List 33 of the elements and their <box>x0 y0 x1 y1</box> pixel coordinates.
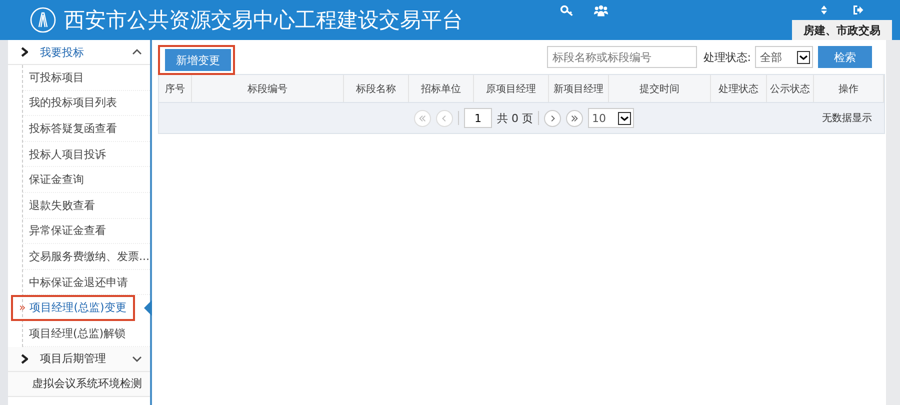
column-header: 标段名称 <box>344 75 409 102</box>
search-field[interactable]: 标段名称或标段编号 <box>547 46 698 68</box>
menu-item[interactable]: 异常保证金查看 <box>23 218 150 244</box>
page-size-select[interactable]: 10 <box>588 108 634 128</box>
column-header: 处理状态 <box>711 75 767 102</box>
menu-item[interactable]: 保证金查询 <box>23 167 150 193</box>
menu-item[interactable]: » 项目经理(总监)变更 <box>11 295 135 321</box>
menu-item[interactable]: 投标人项目投诉 <box>23 142 150 168</box>
page-field[interactable]: 1 <box>464 108 492 128</box>
status-select[interactable]: 全部 <box>755 46 813 68</box>
region-tab[interactable]: 房建、市政交易 <box>792 20 892 40</box>
search-button[interactable]: 检索 <box>818 46 872 68</box>
page-total: 共 0 页 <box>497 110 533 126</box>
add-button[interactable]: 新增变更 <box>165 49 231 71</box>
column-header: 公示状态 <box>767 75 814 102</box>
menu-group[interactable]: 虚拟会议系统环境检测 <box>8 372 150 397</box>
column-header: 新项目经理 <box>549 75 609 102</box>
menu-group[interactable]: 项目后期管理 <box>8 346 150 372</box>
menu-item[interactable]: 退款失败查看 <box>23 192 150 219</box>
empty-message: 无数据显示 <box>822 112 872 125</box>
menu-item[interactable]: 投标答疑复函查看 <box>23 116 150 142</box>
column-header: 序号 <box>159 75 192 102</box>
menu-item[interactable]: 交易服务费缴纳、发票... <box>23 244 150 270</box>
menu-item[interactable]: 我的投标项目列表 <box>23 90 150 116</box>
column-header: 招标单位 <box>409 75 474 102</box>
column-header: 标段编号 <box>192 75 344 102</box>
column-header: 提交时间 <box>609 75 711 102</box>
menu-item[interactable]: 可投标项目 <box>23 65 150 91</box>
column-header: 操作 <box>814 75 884 102</box>
app-title: 西安市公共资源交易中心工程建设交易平台 <box>64 7 463 34</box>
status-label: 处理状态: <box>703 50 751 64</box>
column-header: 原项目经理 <box>474 75 549 102</box>
menu-item[interactable]: 中标保证金退还申请 <box>23 270 150 296</box>
